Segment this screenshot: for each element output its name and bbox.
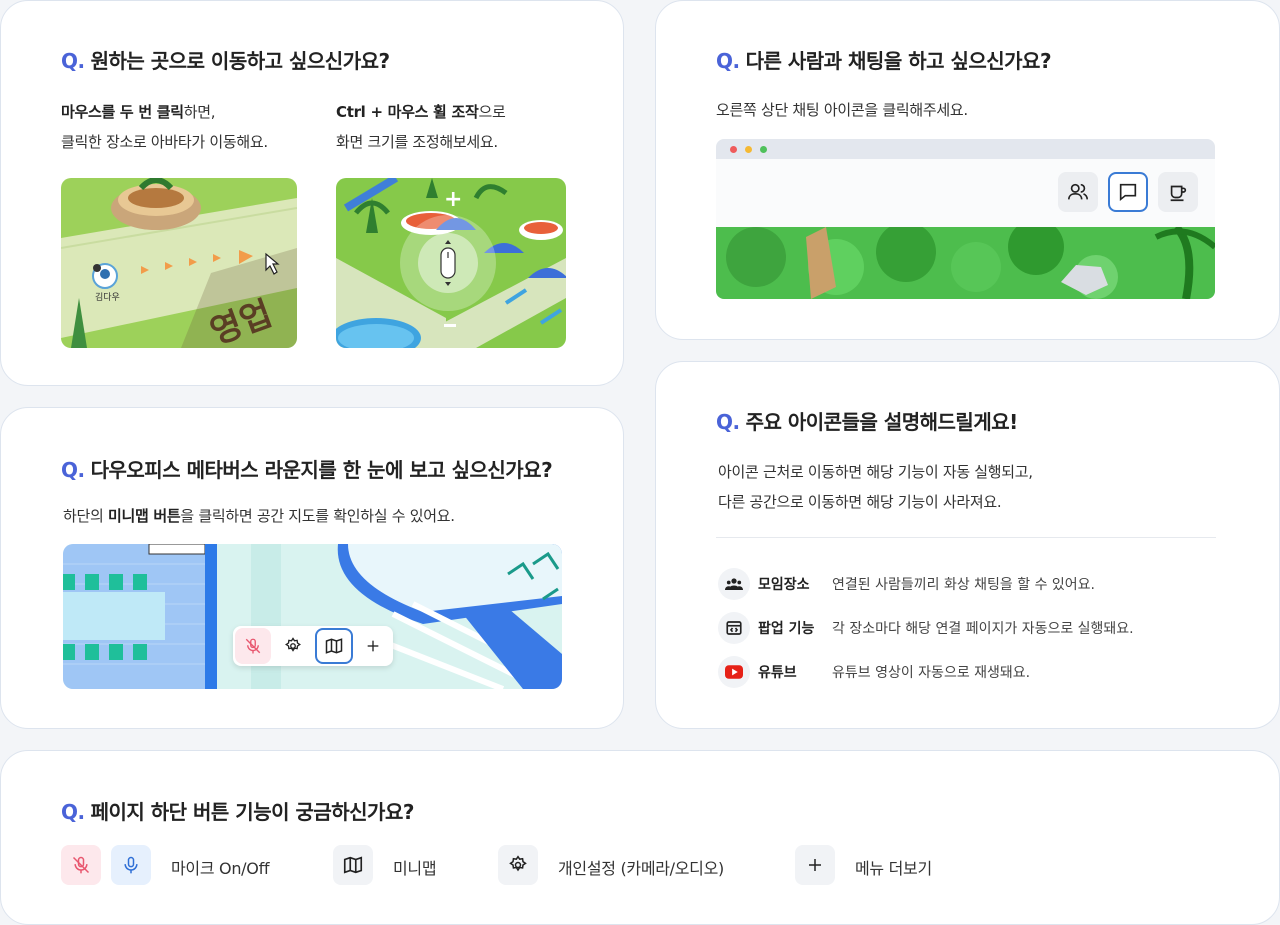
group-icon [718,568,750,600]
minimap-icon[interactable] [333,845,373,885]
icons-question-title: Q. 주요 아이콘들을 설명해드릴게요! [716,410,1018,434]
settings-icon[interactable] [275,628,311,664]
participants-icon[interactable] [1058,172,1098,212]
chat-help-card: Q. 다른 사람과 채팅을 하고 싶으신가요? 오른쪽 상단 채팅 아이콘을 클릭… [655,0,1280,340]
zoom-illustration: + [336,178,566,348]
row-desc-popup: 각 장소마다 해당 연결 페이지가 자동으로 실행돼요. [832,621,1134,637]
minimap-icon[interactable] [315,628,353,664]
icons-help-card: Q. 주요 아이콘들을 설명해드릴게요! 아이콘 근처로 이동하면 해당 기능이 … [655,361,1280,729]
mic-on-icon[interactable] [111,845,151,885]
plus-icon[interactable] [795,845,835,885]
settings-label: 개인설정 (카메라/오디오) [558,859,724,878]
window-maximize-dot [760,146,767,153]
minimap-label: 미니맵 [393,859,437,878]
window-close-dot [730,146,737,153]
move-question-title: Q. 원하는 곳으로 이동하고 싶으신가요? [61,49,390,73]
svg-text:+: + [444,187,462,212]
window-minimize-dot [745,146,752,153]
move-zoom-desc: Ctrl + 마우스 휠 조작으로 화면 크기를 조정해보세요. [336,103,506,151]
lounge-question-title: Q. 다우오피스 메타버스 라운지를 한 눈에 보고 싶으신가요? [61,458,553,482]
mic-label: 마이크 On/Off [171,859,270,878]
plus-icon[interactable] [355,628,391,664]
bottom-buttons-help-card: Q. 페이지 하단 버튼 기능이 궁금하신가요? 마이크 On/Off 미니맵 개… [0,750,1280,925]
icons-desc: 아이콘 근처로 이동하면 해당 기능이 자동 실행되고, 다른 공간으로 이동하… [718,463,1033,511]
coffee-icon[interactable] [1158,172,1198,212]
lounge-help-card: Q. 다우오피스 메타버스 라운지를 한 눈에 보고 싶으신가요? 하단의 미니맵… [0,407,624,729]
chat-question-title: Q. 다른 사람과 채팅을 하고 싶으신가요? [716,49,1052,73]
lounge-desc: 하단의 미니맵 버튼을 클릭하면 공간 지도를 확인하실 수 있어요. [63,507,455,525]
more-menu-label: 메뉴 더보기 [855,859,932,878]
chat-icon[interactable] [1108,172,1148,212]
move-illustration: 영업 김다우 [61,178,297,348]
popup-icon [718,612,750,644]
settings-icon[interactable] [498,845,538,885]
move-help-card: Q. 원하는 곳으로 이동하고 싶으신가요? 마우스를 두 번 클릭하면, 클릭한… [0,0,624,386]
chat-desc: 오른쪽 상단 채팅 아이콘을 클릭해주세요. [716,101,968,119]
minimap-illustration [63,544,562,689]
mic-off-icon[interactable] [235,628,271,664]
avatar-name: 김다우 [95,291,120,303]
mic-off-icon[interactable] [61,845,101,885]
row-name-youtube: 유튜브 [758,665,797,681]
row-desc-youtube: 유튜브 영상이 자동으로 재생돼요. [832,665,1031,681]
bottom-question-title: Q. 페이지 하단 버튼 기능이 궁금하신가요? [61,800,414,824]
row-name-popup: 팝업 기능 [758,621,815,637]
youtube-icon [718,656,750,688]
chat-browser-illustration [716,139,1215,299]
row-desc-meeting: 연결된 사람들끼리 화상 채팅을 할 수 있어요. [832,577,1095,593]
minimap-toolbar [233,626,393,666]
row-name-meeting: 모임장소 [758,577,810,593]
divider [716,537,1216,538]
move-double-click-desc: 마우스를 두 번 클릭하면, 클릭한 장소로 아바타가 이동해요. [61,103,268,151]
